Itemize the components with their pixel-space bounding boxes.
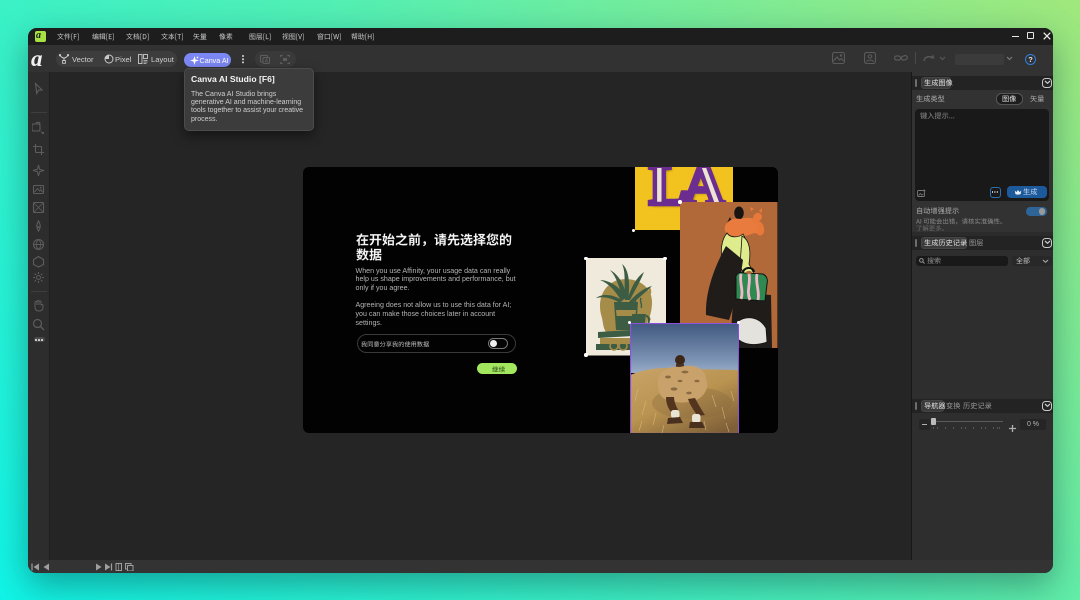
svg-text:A: A [265,58,269,63]
